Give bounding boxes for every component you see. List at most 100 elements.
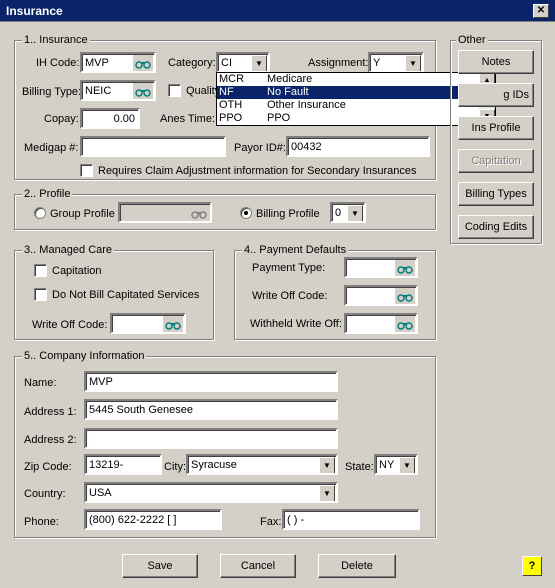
payment-defaults-legend: 4.. Payment Defaults (242, 244, 349, 256)
chevron-down-icon[interactable]: ▼ (399, 457, 415, 473)
dropdown-item-name: Medicare (267, 73, 313, 85)
help-button[interactable]: ? (522, 556, 542, 576)
do-not-bill-label: Do Not Bill Capitated Services (52, 289, 200, 301)
mc-write-off-field[interactable] (110, 313, 186, 334)
binoculars-icon[interactable] (189, 205, 209, 221)
category-select[interactable]: CI ▼ (216, 52, 270, 73)
billing-type-field[interactable]: NEIC (80, 80, 156, 101)
address1-label: Address 1: (24, 406, 77, 418)
close-button[interactable]: ✕ (533, 4, 549, 18)
fax-field[interactable]: ( ) - (282, 509, 420, 530)
binoculars-icon[interactable] (133, 55, 153, 71)
chevron-down-icon[interactable]: ▼ (319, 485, 335, 501)
insurance-legend: 1.. Insurance (22, 34, 90, 46)
withheld-write-off-field[interactable] (344, 313, 418, 334)
title-bar: Insurance ✕ (0, 0, 555, 22)
ih-code-field[interactable]: MVP (80, 52, 156, 73)
category-label: Category: (168, 57, 216, 69)
country-select[interactable]: USA ▼ (84, 482, 338, 503)
delete-button[interactable]: Delete (318, 554, 396, 578)
billing-profile-radio[interactable] (240, 207, 252, 219)
billing-ids-button[interactable]: g IDs (458, 83, 534, 107)
claim-adjustment-label: Requires Claim Adjustment information fo… (98, 165, 417, 177)
copay-field[interactable]: 0.00 (80, 108, 140, 129)
city-label: City: (164, 461, 186, 473)
company-legend: 5.. Company Information (22, 350, 147, 362)
save-button[interactable]: Save (122, 554, 198, 578)
chevron-down-icon[interactable]: ▼ (347, 205, 363, 221)
payor-id-label: Payor ID#: (234, 142, 286, 154)
capitation-button[interactable]: Capitation (458, 149, 534, 173)
withheld-write-off-label: Withheld Write Off: (250, 318, 342, 330)
dropdown-item-code: NF (219, 86, 234, 98)
cancel-button[interactable]: Cancel (220, 554, 296, 578)
dropdown-item-code: MCR (219, 73, 245, 85)
ih-code-label: IH Code: (36, 57, 80, 69)
assignment-label: Assignment: (308, 57, 369, 69)
billing-profile-select[interactable]: 0 ▼ (330, 202, 366, 223)
binoculars-icon[interactable] (395, 316, 415, 332)
dropdown-item-name: Other Insurance (267, 99, 346, 111)
binoculars-icon[interactable] (163, 316, 183, 332)
other-legend: Other (456, 34, 488, 46)
mc-write-off-label: Write Off Code: (32, 319, 108, 331)
assignment-select[interactable]: Y ▼ (368, 52, 424, 73)
pd-write-off-field[interactable] (344, 285, 418, 306)
do-not-bill-checkbox[interactable] (34, 288, 47, 301)
zip-field[interactable]: 13219- (84, 454, 162, 475)
fax-label: Fax: (260, 516, 282, 528)
binoculars-icon[interactable] (133, 83, 153, 99)
notes-button[interactable]: Notes (458, 50, 534, 74)
chevron-down-icon[interactable]: ▼ (405, 55, 421, 71)
dropdown-item-name: PPO (267, 112, 291, 124)
medigap-field[interactable] (80, 136, 226, 157)
profile-legend: 2.. Profile (22, 188, 73, 200)
phone-label: Phone: (24, 516, 59, 528)
capitation-checkbox[interactable] (34, 264, 47, 277)
address2-label: Address 2: (24, 434, 77, 446)
address1-field[interactable]: 5445 South Genesee (84, 399, 338, 420)
phone-field[interactable]: (800) 622-2222 [ ] (84, 509, 222, 530)
payor-id-field[interactable]: 00432 (286, 136, 430, 157)
anes-time-label: Anes Time: (160, 113, 216, 125)
group-profile-label: Group Profile (50, 208, 115, 220)
coding-edits-button[interactable]: Coding Edits (458, 215, 534, 239)
group-profile-radio[interactable] (34, 207, 46, 219)
zip-label: Zip Code: (24, 461, 72, 473)
billing-profile-value: 0 (335, 207, 342, 219)
company-name-field[interactable]: MVP (84, 371, 338, 392)
billing-type-label: Billing Type: (22, 86, 82, 98)
dropdown-item-code: OTH (219, 99, 243, 111)
billing-type-value: NEIC (85, 85, 112, 97)
quality-checkbox[interactable] (168, 84, 181, 97)
dropdown-item-name: No Fault (267, 86, 309, 98)
claim-adjustment-checkbox[interactable] (80, 164, 93, 177)
ins-profile-button[interactable]: Ins Profile (458, 116, 534, 140)
payment-type-field[interactable] (344, 257, 418, 278)
billing-types-button[interactable]: Billing Types (458, 182, 534, 206)
country-label: Country: (24, 488, 66, 500)
medigap-label: Medigap #: (24, 142, 79, 154)
state-value: NY (379, 459, 395, 471)
chevron-down-icon[interactable]: ▼ (319, 457, 335, 473)
payment-type-label: Payment Type: (252, 262, 326, 274)
pd-write-off-label: Write Off Code: (252, 290, 328, 302)
binoculars-icon[interactable] (395, 288, 415, 304)
assignment-value: Y (373, 57, 381, 69)
city-select[interactable]: Syracuse ▼ (186, 454, 338, 475)
billing-profile-label: Billing Profile (256, 208, 320, 220)
country-value: USA (89, 487, 112, 499)
address2-field[interactable] (84, 428, 338, 449)
chevron-down-icon[interactable]: ▼ (251, 55, 267, 71)
managed-care-legend: 3.. Managed Care (22, 244, 115, 256)
state-label: State: (345, 461, 374, 473)
city-value: Syracuse (191, 459, 237, 471)
window-title: Insurance (6, 4, 63, 18)
binoculars-icon[interactable] (395, 260, 415, 276)
group-profile-field[interactable] (118, 202, 212, 223)
ih-code-value: MVP (85, 57, 109, 69)
dropdown-item-code: PPO (219, 112, 243, 124)
state-select[interactable]: NY ▼ (374, 454, 418, 475)
copay-label: Copay: (44, 113, 79, 125)
company-name-label: Name: (24, 377, 57, 389)
